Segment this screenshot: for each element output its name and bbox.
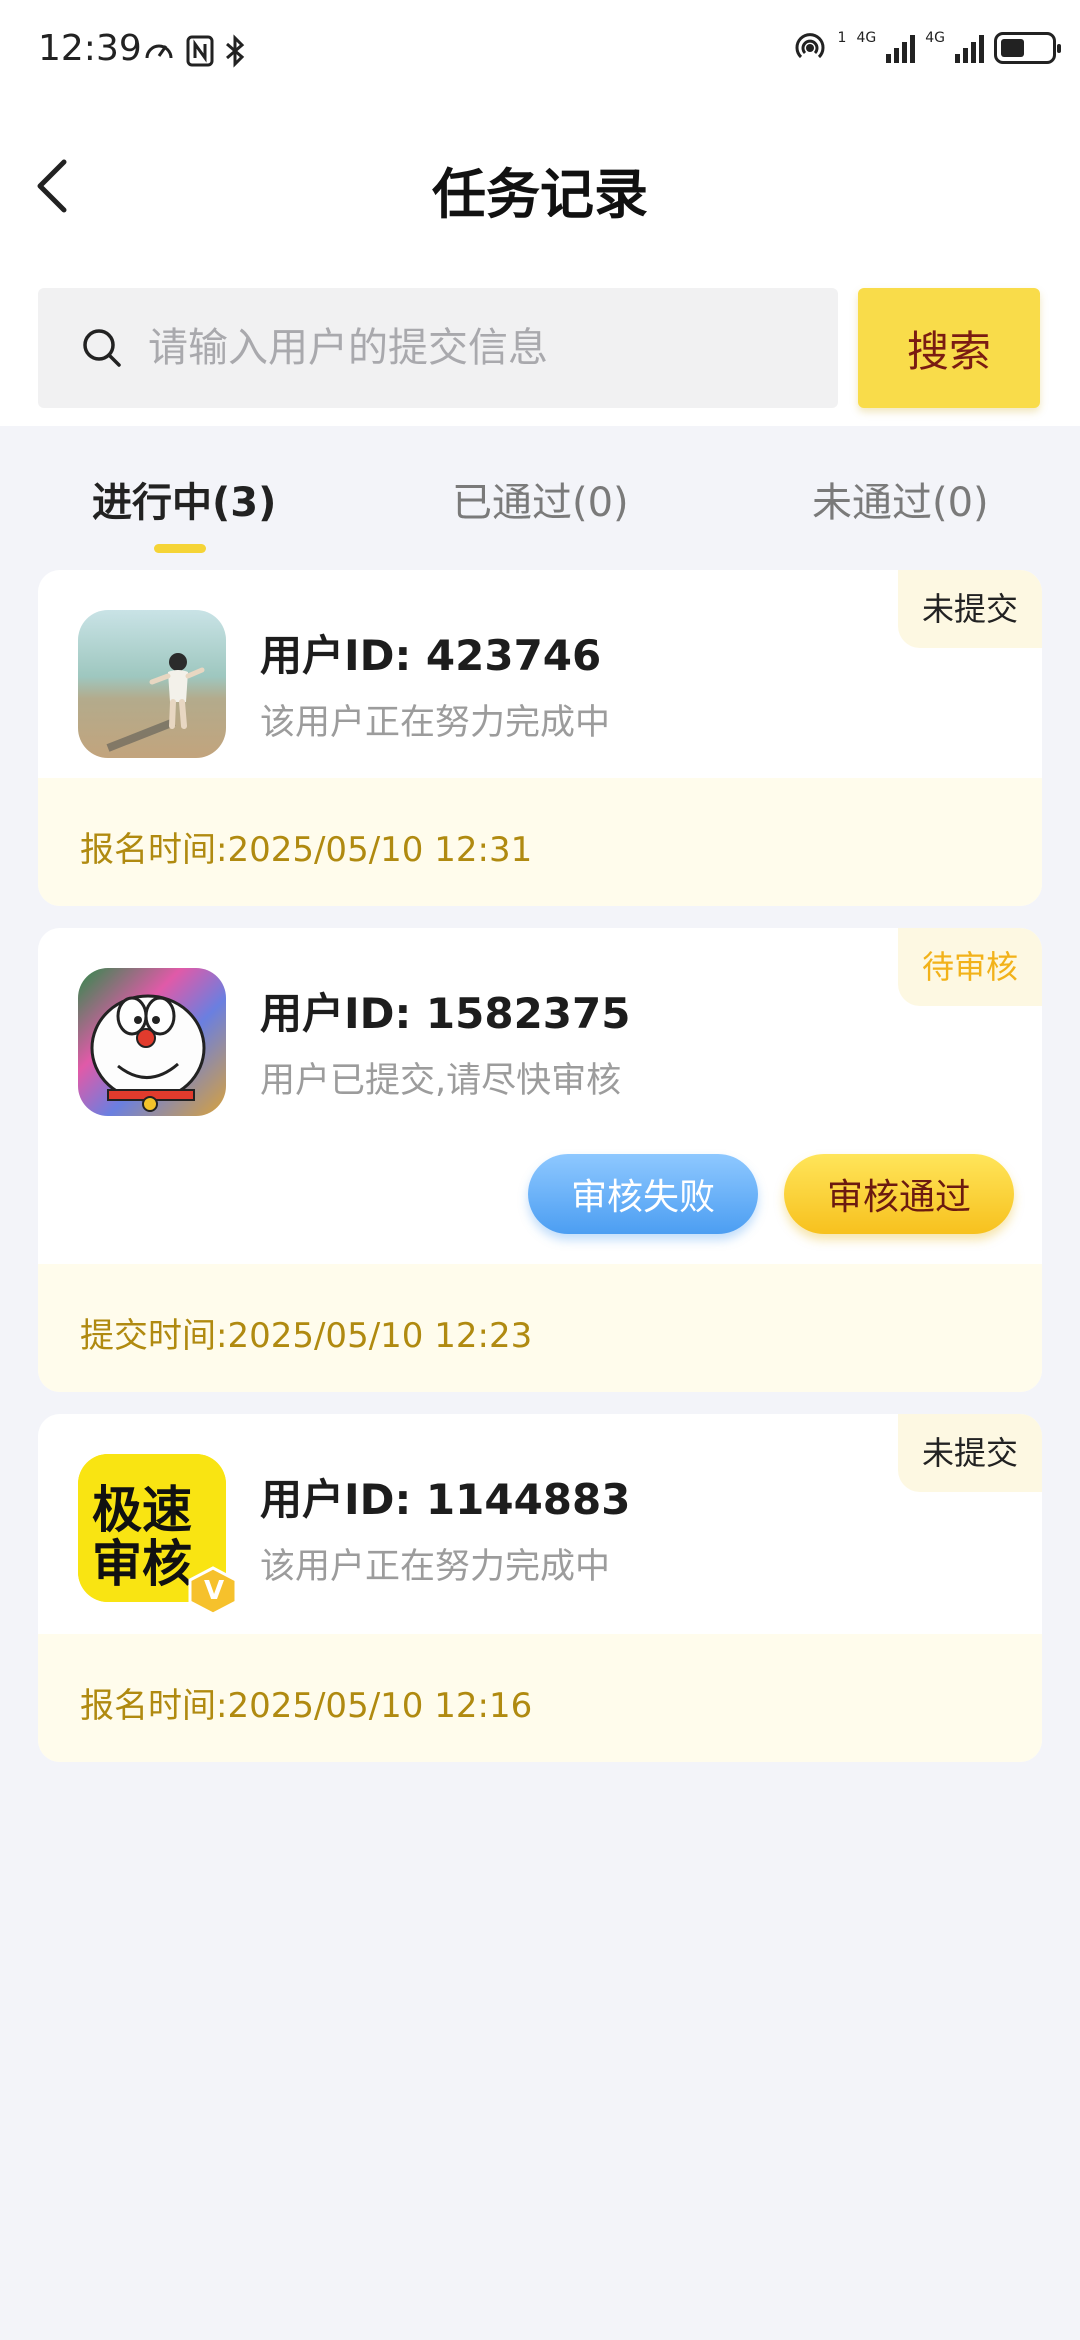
record-time: 报名时间:2025/05/10 12:16 bbox=[80, 1686, 533, 1726]
status-badge: 未提交 bbox=[897, 570, 1042, 648]
card-footer: 报名时间:2025/05/10 12:16 bbox=[38, 1634, 1042, 1762]
user-id: 用户ID: 1582375 bbox=[260, 989, 631, 1038]
status-time: 12:39 bbox=[38, 28, 142, 69]
record-description: 该用户正在努力完成中 bbox=[260, 703, 611, 743]
user-id: 用户ID: 1144883 bbox=[260, 1475, 631, 1524]
card-footer: 报名时间:2025/05/10 12:31 bbox=[38, 778, 1042, 906]
record-time: 报名时间:2025/05/10 12:31 bbox=[80, 830, 533, 870]
avatar bbox=[78, 610, 226, 758]
active-tab-indicator bbox=[154, 544, 206, 553]
user-id: 用户ID: 423746 bbox=[260, 631, 602, 680]
battery-icon bbox=[994, 32, 1061, 64]
logo-text-top: 极速 bbox=[92, 1481, 192, 1539]
status-badge: 未提交 bbox=[897, 1414, 1042, 1492]
signal-icon-2 bbox=[955, 33, 984, 63]
battery-level bbox=[1001, 39, 1024, 57]
status-right-icons: 1 4G 4G bbox=[792, 30, 1061, 66]
doraemon-avatar-icon bbox=[78, 968, 226, 1116]
network-type-1: 4G bbox=[856, 30, 877, 46]
avatar bbox=[78, 968, 226, 1116]
network-type-2: 4G bbox=[925, 30, 945, 46]
page-title: 任务记录 bbox=[432, 163, 648, 226]
status-bar: 12:39 1 4G 4G bbox=[0, 0, 1080, 100]
record-time: 提交时间:2025/05/10 12:23 bbox=[80, 1316, 533, 1356]
record-description: 用户已提交,请尽快审核 bbox=[260, 1061, 622, 1101]
record-card-2[interactable]: 待审核 用户ID: 1582375 用户已提交,请尽快审核 审核失败 审核通过 … bbox=[38, 928, 1042, 1392]
logo-text-bottom: 审核 bbox=[92, 1535, 192, 1593]
status-badge: 待审核 bbox=[897, 928, 1042, 1006]
hotspot-icon bbox=[795, 33, 824, 59]
speedometer-icon bbox=[145, 44, 173, 59]
reject-button[interactable]: 审核失败 bbox=[528, 1154, 758, 1234]
vip-badge-letter: V bbox=[204, 1576, 225, 1606]
tab-failed[interactable]: 未通过(0) bbox=[812, 470, 989, 528]
search-box[interactable] bbox=[38, 288, 838, 408]
tab-passed[interactable]: 已通过(0) bbox=[452, 470, 629, 528]
tab-in-progress[interactable]: 进行中(3) bbox=[92, 470, 276, 528]
signal-icon-1 bbox=[886, 33, 916, 63]
search-icon bbox=[83, 329, 121, 367]
approve-button[interactable]: 审核通过 bbox=[784, 1154, 1014, 1234]
card-footer: 提交时间:2025/05/10 12:23 bbox=[38, 1264, 1042, 1392]
search-input[interactable] bbox=[148, 308, 808, 388]
record-card-3[interactable]: 未提交 极速 审核 V 用户ID: 1144883 该用户正在努力完成中 报名时… bbox=[38, 1414, 1042, 1762]
nfc-icon bbox=[186, 35, 214, 67]
bluetooth-icon bbox=[226, 34, 245, 68]
status-left-icons bbox=[142, 34, 246, 68]
record-description: 该用户正在努力完成中 bbox=[260, 1547, 611, 1587]
record-card-1[interactable]: 未提交 用户ID: 423746 该用户正在努力完成中 报名时间:2025/05… bbox=[38, 570, 1042, 906]
avatar: 极速 审核 V bbox=[78, 1454, 238, 1616]
search-button[interactable]: 搜索 bbox=[858, 288, 1040, 408]
beach-child-photo-icon bbox=[78, 610, 226, 758]
sim-index: 1 bbox=[837, 30, 847, 46]
